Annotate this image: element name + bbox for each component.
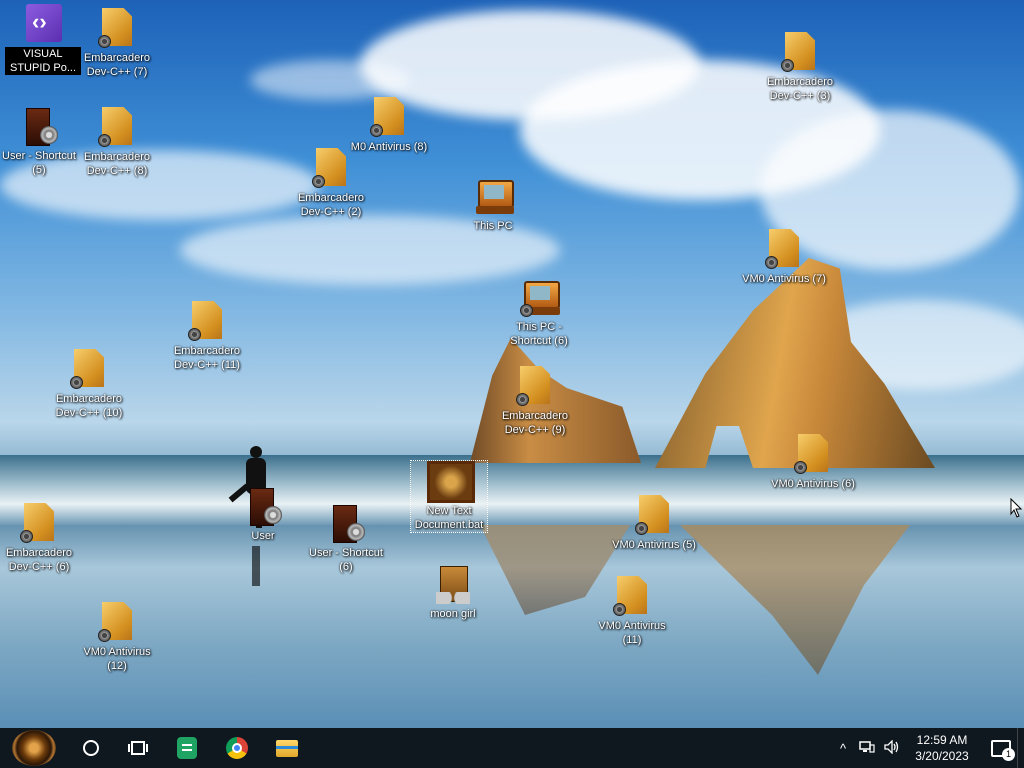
taskbar: ^ 12:59 AM 3/20/2023 1 — [0, 728, 1024, 768]
gear-icon — [436, 592, 470, 604]
notification-count-badge: 1 — [1002, 748, 1015, 761]
desktop-icon-label: Embarcadero Dev-C++ (11) — [173, 345, 241, 371]
show-desktop-button[interactable] — [1017, 728, 1024, 768]
shortcut-gear-icon — [20, 530, 33, 543]
desktop-icon-label: User — [251, 530, 275, 542]
clock[interactable]: 12:59 AM 3/20/2023 — [907, 732, 977, 764]
shortcut-gear-icon — [370, 124, 383, 137]
shortcut-gear-icon — [613, 603, 626, 616]
desktop-icon-label: User - Shortcut (5) — [2, 150, 76, 176]
clock-date: 3/20/2023 — [915, 749, 969, 763]
desktop-icon-moon-girl[interactable]: moon girl — [410, 564, 496, 621]
desktop-icon-user-shortcut-6[interactable]: User - Shortcut (6) — [303, 503, 389, 574]
desktop-icon-embarcadero-3[interactable]: Embarcadero Dev-C++ (3) — [757, 32, 843, 103]
shortcut-gear-icon — [765, 256, 778, 269]
desktop-icon-this-pc-shortcut-6[interactable]: This PC - Shortcut (6) — [496, 277, 582, 348]
desktop-icon-label: VM0 Antivirus (11) — [598, 620, 666, 646]
shortcut-gear-icon — [516, 393, 529, 406]
desktop-icon-user-shortcut-5[interactable]: User - Shortcut (5) — [0, 106, 82, 177]
show-hidden-icons-chevron-icon[interactable]: ^ — [831, 741, 855, 756]
visual-studio-icon — [26, 4, 62, 42]
desktop-icon-new-text-document-bat[interactable]: New Text Document.bat — [410, 460, 488, 533]
desktop-icon-label: VM0 Antivirus (5) — [612, 539, 696, 551]
clock-time: 12:59 AM — [916, 733, 968, 747]
shortcut-gear-icon — [98, 134, 111, 147]
desktop-icon-this-pc[interactable]: This PC — [450, 176, 536, 233]
desktop-icon-label: VM0 Antivirus (7) — [742, 273, 826, 285]
action-center-button[interactable]: 1 — [985, 728, 1017, 768]
task-view-icon — [128, 741, 148, 755]
task-view-button[interactable] — [114, 728, 162, 768]
gear-icon — [264, 506, 282, 524]
taskbar-app-chrome[interactable] — [212, 728, 262, 768]
cortana-icon — [83, 740, 99, 756]
desktop-icon-embarcadero-2[interactable]: Embarcadero Dev-C++ (2) — [288, 148, 374, 219]
desktop[interactable]: VISUAL STUPID Po... Embarcadero Dev-C++ … — [0, 0, 1024, 728]
desktop-icon-label: Embarcadero Dev-C++ (3) — [766, 76, 834, 102]
desktop-icon-label: Embarcadero Dev-C++ (8) — [83, 151, 151, 177]
google-sheets-icon — [177, 737, 197, 759]
shortcut-gear-icon — [98, 629, 111, 642]
picture-frame-icon — [427, 461, 475, 503]
desktop-icon-label: Embarcadero Dev-C++ (7) — [83, 52, 151, 78]
volume-icon[interactable] — [879, 738, 903, 757]
network-icon[interactable] — [855, 740, 879, 757]
chrome-icon — [226, 737, 248, 759]
taskbar-app-sheets[interactable] — [162, 728, 212, 768]
desktop-icon-label: Embarcadero Dev-C++ (10) — [55, 393, 123, 419]
desktop-icon-label: User - Shortcut (6) — [309, 547, 383, 573]
desktop-icon-vm0-antivirus-12[interactable]: VM0 Antivirus (12) — [74, 602, 160, 673]
gear-icon — [347, 523, 365, 541]
start-button[interactable] — [0, 728, 68, 768]
desktop-icon-vm0-antivirus-5[interactable]: VM0 Antivirus (5) — [611, 495, 697, 552]
cortana-button[interactable] — [68, 728, 114, 768]
desktop-icon-user[interactable]: User — [220, 486, 306, 543]
desktop-icon-vm0-antivirus-6[interactable]: VM0 Antivirus (6) — [770, 434, 856, 491]
desktop-icon-embarcadero-9[interactable]: Embarcadero Dev-C++ (9) — [492, 366, 578, 437]
desktop-icon-label: VISUAL STUPID Po... — [5, 47, 81, 75]
system-tray: ^ 12:59 AM 3/20/2023 1 — [831, 728, 1024, 768]
desktop-icon-embarcadero-11[interactable]: Embarcadero Dev-C++ (11) — [164, 301, 250, 372]
shortcut-gear-icon — [635, 522, 648, 535]
desktop-icon-vm0-antivirus-11[interactable]: VM0 Antivirus (11) — [589, 576, 675, 647]
shortcut-gear-icon — [781, 59, 794, 72]
desktop-icon-label: This PC - Shortcut (6) — [510, 321, 568, 347]
shortcut-gear-icon — [98, 35, 111, 48]
taskbar-app-file-explorer[interactable] — [262, 728, 312, 768]
desktop-icon-embarcadero-7[interactable]: Embarcadero Dev-C++ (7) — [74, 8, 160, 79]
shortcut-gear-icon — [794, 461, 807, 474]
gear-icon — [40, 126, 58, 144]
desktop-icon-m0-antivirus-8[interactable]: M0 Antivirus (8) — [346, 97, 432, 154]
desktop-icon-label: VM0 Antivirus (6) — [771, 478, 855, 490]
desktop-icon-vm0-antivirus-7[interactable]: VM0 Antivirus (7) — [741, 229, 827, 286]
desktop-icon-embarcadero-6[interactable]: Embarcadero Dev-C++ (6) — [0, 503, 82, 574]
shortcut-gear-icon — [520, 304, 533, 317]
desktop-icon-label: This PC — [473, 220, 513, 232]
desktop-icon-embarcadero-8[interactable]: Embarcadero Dev-C++ (8) — [74, 107, 160, 178]
start-orb-icon — [12, 730, 56, 766]
desktop-icon-label: Embarcadero Dev-C++ (9) — [501, 410, 569, 436]
desktop-icon-label: Embarcadero Dev-C++ (2) — [297, 192, 365, 218]
desktop-icon-embarcadero-10[interactable]: Embarcadero Dev-C++ (10) — [46, 349, 132, 420]
file-explorer-icon — [276, 739, 298, 757]
shortcut-gear-icon — [188, 328, 201, 341]
desktop-icon-label: VM0 Antivirus (12) — [83, 646, 151, 672]
desktop-icon-label: Embarcadero Dev-C++ (6) — [5, 547, 73, 573]
desktop-icon-label: New Text Document.bat — [414, 505, 484, 531]
shortcut-gear-icon — [312, 175, 325, 188]
computer-icon — [478, 180, 514, 208]
desktop-icon-label: moon girl — [430, 608, 476, 620]
shortcut-gear-icon — [70, 376, 83, 389]
